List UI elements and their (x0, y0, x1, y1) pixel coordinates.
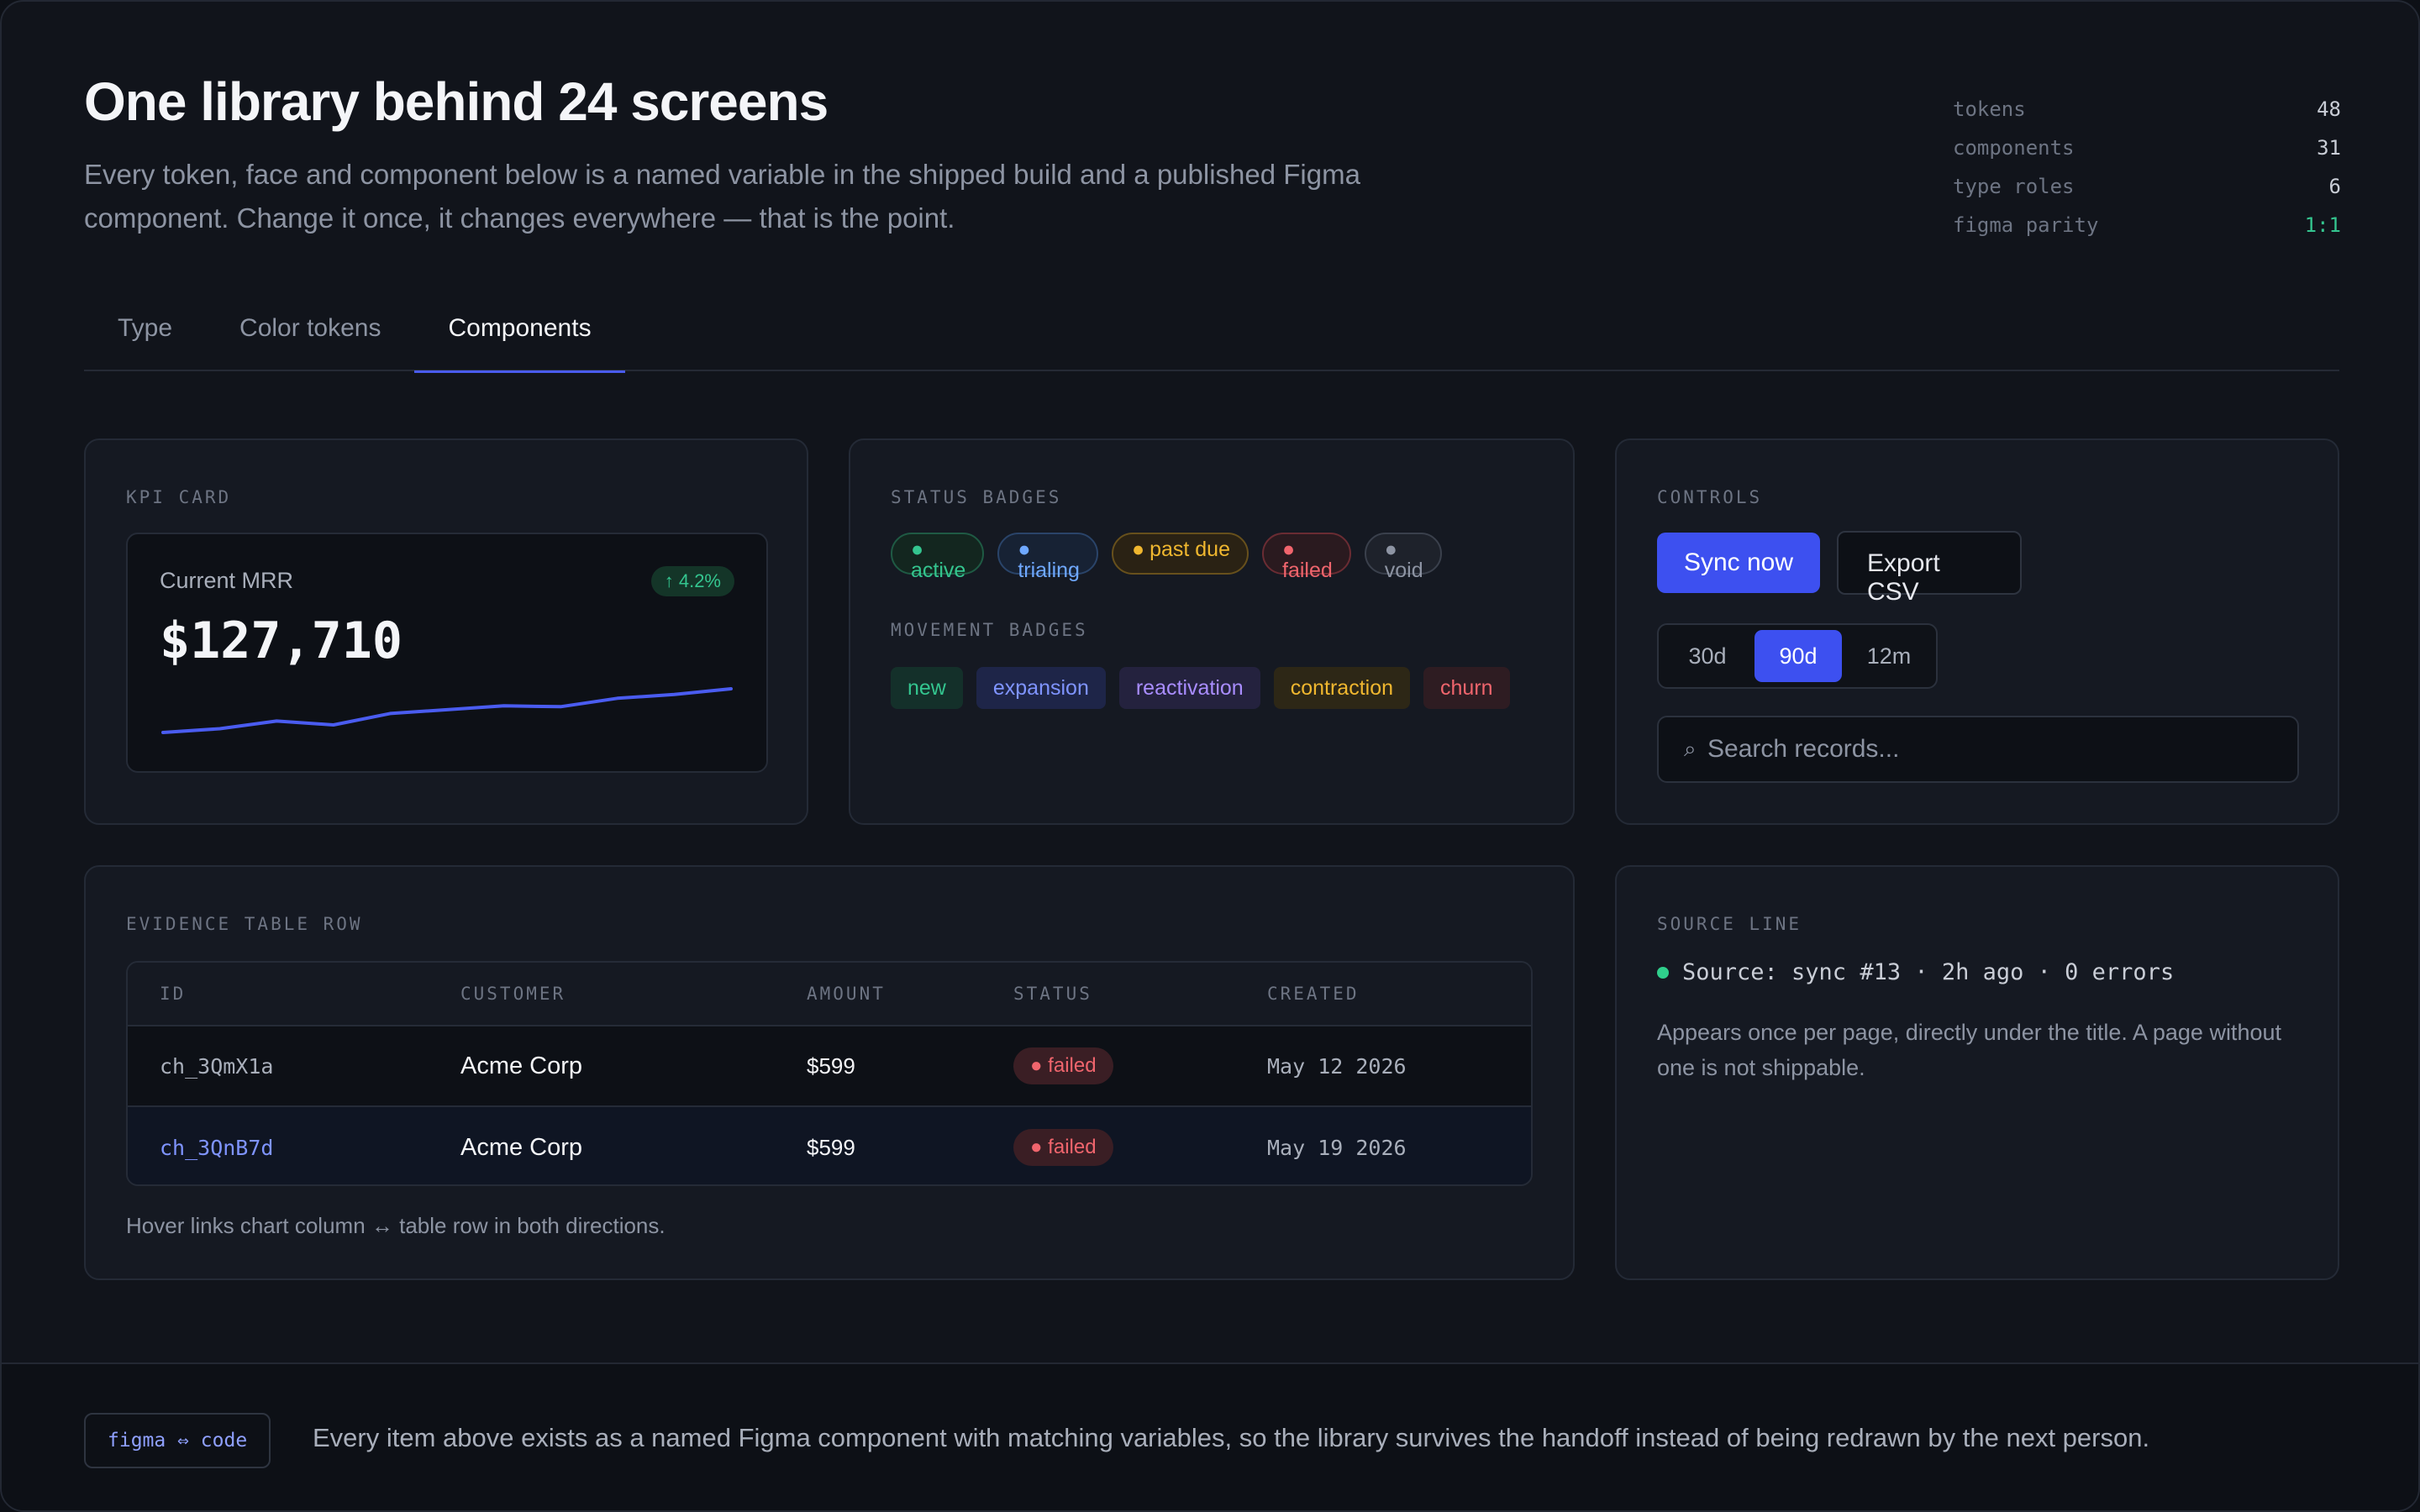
row-id-link[interactable]: ch_3QnB7d (160, 1107, 273, 1184)
status-badge-failed: ● failed (1262, 533, 1351, 581)
source-line-section: SOURCE LINE Source: sync #13 · 2h ago · … (1615, 865, 2339, 1280)
table-header: ID CUSTOMER AMOUNT STATUS CREATED (128, 963, 1531, 1026)
source-text: Source: sync #13 · 2h ago · 0 errors (1682, 959, 2175, 985)
search-icon: ⌕ (1684, 736, 1697, 761)
column-header-id: ID (160, 984, 187, 1004)
status-badge-void: ● void (1364, 533, 1442, 581)
kpi-card-section: KPI CARD Current MRR ↑ 4.2% $127,710 (84, 438, 808, 825)
sparkline-line (161, 687, 733, 734)
status-dot: ● (1282, 538, 1296, 561)
kpi-card: Current MRR ↑ 4.2% $127,710 (126, 533, 768, 773)
date-range-selector: 30d 90d 12m (1657, 623, 1938, 689)
page-subtitle: Every token, face and component below is… (84, 159, 1360, 234)
kpi-delta-badge: ↑ 4.2% (650, 566, 734, 596)
tab-bar: Type Color tokens Components (84, 304, 2339, 373)
evidence-table: ID CUSTOMER AMOUNT STATUS CREATED ch_3Qm… (126, 961, 1533, 1186)
stat-label: type roles (1953, 175, 2075, 198)
tab-components[interactable]: Components (414, 304, 625, 373)
badge-label: void (1384, 559, 1423, 582)
status-badge-active: ● active (891, 533, 985, 581)
footer-text: Every item above exists as a named Figma… (313, 1423, 2150, 1452)
section-label: STATUS BADGES (891, 487, 1062, 507)
tab-type[interactable]: Type (84, 304, 206, 371)
range-12m[interactable]: 12m (1845, 630, 1933, 682)
badge-label: failed (1282, 559, 1333, 582)
section-label: SOURCE LINE (1657, 914, 1802, 934)
table-row-highlighted[interactable]: ch_3QnB7d Acme Corp $599 ● failed May 19… (128, 1107, 1531, 1184)
table-note: Hover links chart column ↔ table row in … (126, 1213, 666, 1238)
stat-type-roles: type roles 6 (1953, 175, 2341, 213)
status-dot: ● (1131, 538, 1145, 561)
status-badge-past-due: ● past due (1111, 533, 1249, 575)
status-dot-icon (1657, 966, 1669, 979)
app-frame: One library behind 24 screens Every toke… (0, 0, 2420, 1512)
table-row[interactable]: ch_3QmX1a Acme Corp $599 ● failed May 12… (128, 1026, 1531, 1107)
movement-badge-reactivation: reactivation (1118, 667, 1260, 709)
badge-label: past due (1150, 538, 1230, 561)
row-status: ● failed (1013, 1107, 1113, 1184)
source-description: Appears once per page, directly under th… (1657, 1020, 2281, 1080)
row-customer: Acme Corp (460, 1052, 583, 1079)
column-header-status: STATUS (1013, 984, 1092, 1004)
status-badge-trialing: ● trialing (997, 533, 1098, 581)
row-customer: Acme Corp (460, 1133, 583, 1161)
stat-tokens: tokens 48 (1953, 97, 2341, 136)
stats-panel: tokens 48 components 31 type roles 6 fig… (1953, 97, 2341, 252)
row-created: May 19 2026 (1267, 1135, 1407, 1160)
status-dot: ● (1384, 538, 1397, 561)
column-header-customer: CUSTOMER (460, 984, 566, 1004)
movement-badge-expansion: expansion (976, 667, 1106, 709)
controls-section: CONTROLS Sync now Export CSV 30d 90d 12m… (1615, 438, 2339, 825)
movement-badge-new: new (891, 667, 963, 709)
status-dot: ● (1018, 538, 1031, 561)
page-title: One library behind 24 screens (84, 71, 829, 132)
section-label: EVIDENCE TABLE ROW (126, 914, 363, 934)
row-amount: $599 (807, 1134, 855, 1160)
movement-badge-contraction: contraction (1273, 667, 1411, 709)
range-30d[interactable]: 30d (1664, 630, 1751, 682)
stat-label: figma parity (1953, 213, 2099, 237)
status-dot: ● (911, 538, 924, 561)
figma-code-tag: figma ⇔ code (84, 1413, 271, 1468)
tab-color-tokens[interactable]: Color tokens (206, 304, 414, 371)
movement-badge-churn: churn (1423, 667, 1510, 709)
stat-value: 31 (2317, 136, 2341, 160)
stat-value: 48 (2317, 97, 2341, 121)
movement-badges: new expansion reactivation contraction c… (891, 667, 1510, 709)
row-status: ● failed (1013, 1026, 1113, 1105)
evidence-table-section: EVIDENCE TABLE ROW ID CUSTOMER AMOUNT ST… (84, 865, 1575, 1280)
kpi-value: $127,710 (160, 612, 402, 670)
status-badge-failed: ● failed (1013, 1047, 1113, 1084)
source-line: Source: sync #13 · 2h ago · 0 errors (1657, 959, 2174, 985)
row-id: ch_3QmX1a (160, 1053, 274, 1079)
section-label: KPI CARD (126, 487, 232, 507)
kpi-metric-name: Current MRR (160, 568, 294, 593)
badges-section: STATUS BADGES ● active ● trialing ● past du… (849, 438, 1575, 825)
section-label: MOVEMENT BADGES (891, 620, 1088, 640)
status-text: failed (1048, 1136, 1097, 1158)
search-input[interactable] (1707, 729, 2279, 769)
section-label: CONTROLS (1657, 487, 1763, 507)
stat-figma-parity: figma parity 1:1 (1953, 213, 2341, 252)
stat-label: components (1953, 136, 2075, 160)
sync-now-button[interactable]: Sync now (1657, 533, 1820, 593)
status-badges: ● active ● trialing ● past due ● failed ● voi… (891, 533, 1442, 581)
stat-value: 6 (2328, 175, 2341, 198)
export-csv-button[interactable]: Export CSV (1837, 531, 2022, 606)
column-header-amount: AMOUNT (807, 984, 886, 1004)
range-90d[interactable]: 90d (1754, 630, 1842, 682)
status-badge-failed: ● failed (1013, 1129, 1113, 1166)
search-box: ⌕ (1657, 716, 2299, 783)
footer: figma ⇔ code Every item above exists as … (2, 1362, 2418, 1510)
badge-label: trialing (1018, 559, 1080, 582)
badge-label: active (911, 559, 966, 582)
stat-components: components 31 (1953, 136, 2341, 175)
row-amount: $599 (807, 1053, 855, 1079)
row-created: May 12 2026 (1267, 1053, 1407, 1079)
status-text: failed (1048, 1054, 1097, 1077)
stat-value: 1:1 (2304, 213, 2341, 237)
sparkline (161, 687, 733, 734)
stat-label: tokens (1953, 97, 2026, 121)
column-header-created: CREATED (1267, 984, 1360, 1004)
